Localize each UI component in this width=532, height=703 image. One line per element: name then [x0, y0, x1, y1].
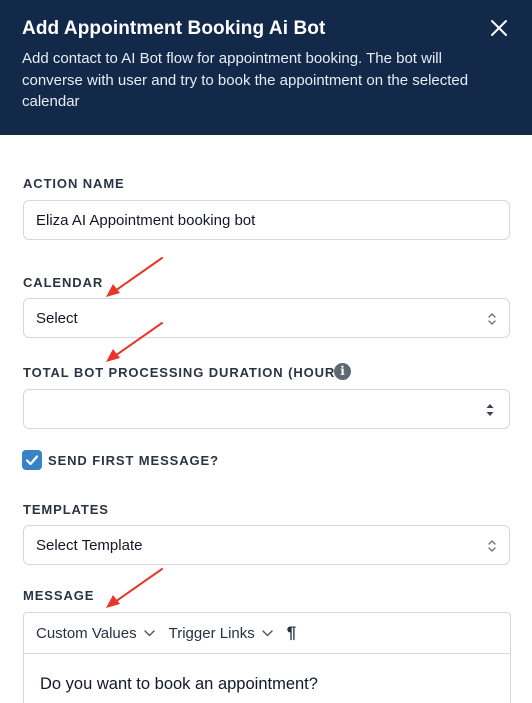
templates-label: TEMPLATES: [23, 502, 109, 517]
pilcrow-icon[interactable]: ¶: [287, 623, 296, 643]
arrow-annotation: [106, 257, 163, 297]
trigger-links-dropdown[interactable]: Trigger Links: [169, 625, 273, 642]
send-first-message-checkbox[interactable]: [22, 450, 42, 470]
calendar-label: CALENDAR: [23, 275, 104, 290]
calendar-selected-value: Select: [36, 309, 78, 327]
action-name-value: Eliza AI Appointment booking bot: [36, 211, 256, 229]
templates-selected-value: Select Template: [36, 536, 143, 554]
modal-subtitle: Add contact to AI Bot flow for appointme…: [22, 50, 469, 110]
duration-input[interactable]: [23, 389, 510, 429]
chevron-updown-icon: [488, 313, 496, 325]
close-icon[interactable]: [488, 17, 510, 39]
check-icon: [25, 455, 39, 466]
calendar-select[interactable]: Select: [23, 298, 510, 338]
info-icon[interactable]: i: [334, 363, 351, 380]
trigger-links-label: Trigger Links: [168, 624, 255, 642]
arrow-annotation: [106, 322, 163, 362]
message-body[interactable]: Do you want to book an appointment?: [24, 654, 510, 703]
message-editor: Custom Values Trigger Links ¶ Do you wan…: [23, 612, 511, 703]
custom-values-label: Custom Values: [36, 624, 137, 642]
custom-values-dropdown[interactable]: Custom Values: [36, 625, 155, 642]
templates-select[interactable]: Select Template: [23, 525, 510, 565]
modal-header: Add Appointment Booking Ai Bot Add conta…: [0, 0, 532, 135]
duration-label: TOTAL BOT PROCESSING DURATION (HOURS): [23, 365, 351, 380]
message-text: Do you want to book an appointment?: [40, 675, 318, 693]
chevron-down-icon: [262, 629, 273, 636]
message-label: MESSAGE: [23, 588, 95, 603]
editor-toolbar: Custom Values Trigger Links ¶: [24, 613, 510, 654]
spinner-icon[interactable]: [485, 402, 495, 418]
send-first-message-label: SEND FIRST MESSAGE?: [48, 453, 219, 468]
chevron-updown-icon: [488, 540, 496, 552]
action-name-label: ACTION NAME: [23, 176, 125, 191]
arrow-annotation: [106, 568, 163, 608]
action-name-input[interactable]: Eliza AI Appointment booking bot: [23, 200, 510, 240]
modal-title: Add Appointment Booking Ai Bot: [22, 18, 326, 39]
chevron-down-icon: [143, 629, 155, 636]
